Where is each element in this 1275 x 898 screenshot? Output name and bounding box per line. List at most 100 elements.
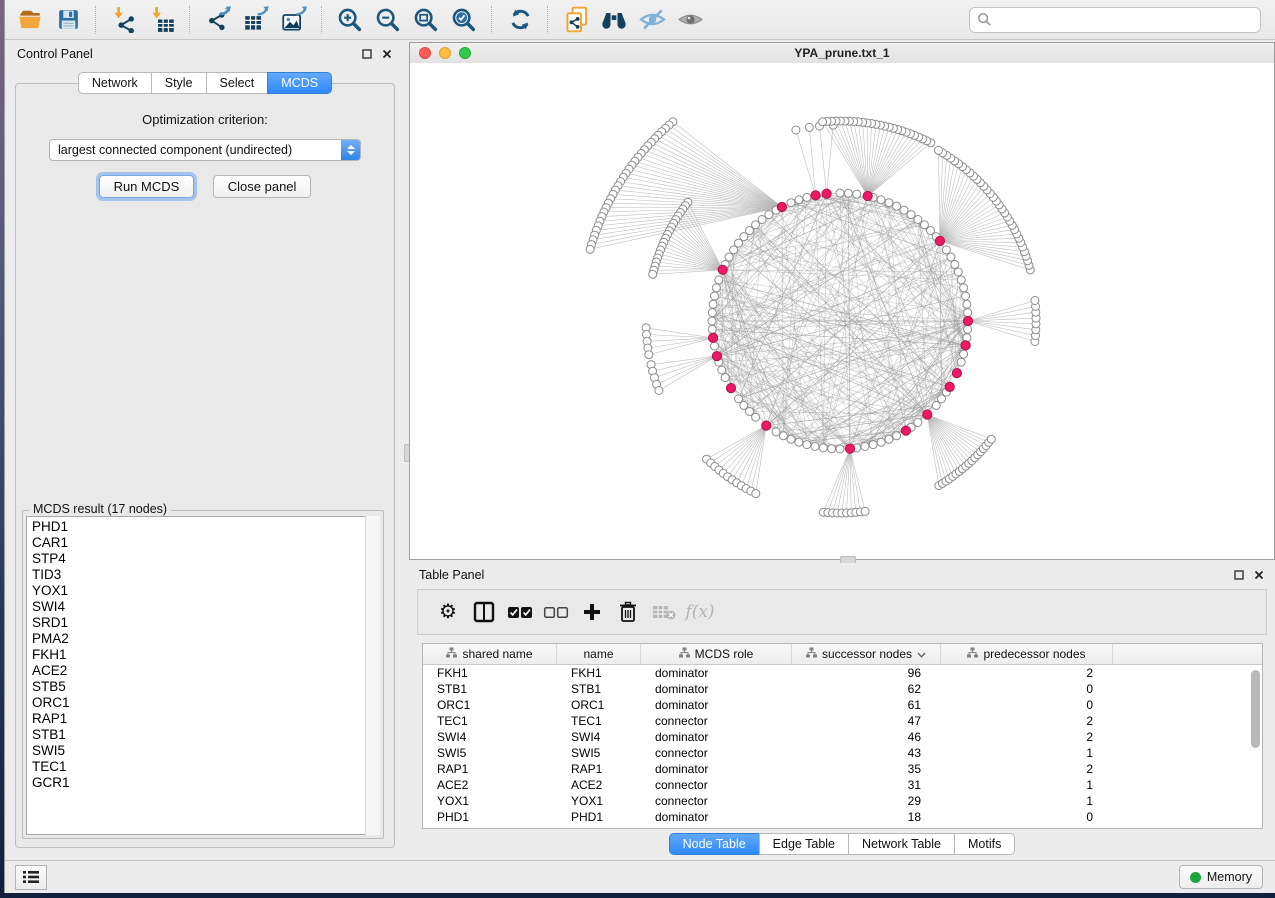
zoom-fit-icon[interactable] [410, 4, 442, 36]
save-session-icon[interactable] [52, 4, 84, 36]
mcds-result-item[interactable]: FKH1 [27, 647, 379, 663]
table-cell: 31 [792, 777, 941, 793]
table-cell: 0 [941, 697, 1113, 713]
mcds-result-item[interactable]: GCR1 [27, 775, 379, 791]
table-row[interactable]: PHD1PHD1dominator180 [423, 809, 1262, 825]
table-row[interactable]: SWI5SWI5connector431 [423, 745, 1262, 761]
table-row[interactable]: ACE2ACE2connector311 [423, 777, 1262, 793]
column-type-icon [446, 647, 457, 661]
mcds-result-item[interactable]: SWI5 [27, 743, 379, 759]
table-cell: 2 [941, 713, 1113, 729]
mcds-result-item[interactable]: ORC1 [27, 695, 379, 711]
table-cell: TEC1 [423, 713, 557, 729]
column-header-mcds-role[interactable]: MCDS role [641, 644, 792, 664]
optimization-criterion-label: Optimization criterion: [16, 112, 394, 127]
refresh-icon[interactable] [504, 4, 536, 36]
tab-select[interactable]: Select [206, 72, 269, 94]
network-file-icon[interactable] [560, 4, 592, 36]
mcds-result-item[interactable]: STB5 [27, 679, 379, 695]
mcds-result-item[interactable]: TEC1 [27, 759, 379, 775]
mcds-result-item[interactable]: STP4 [27, 551, 379, 567]
table-row[interactable]: TEC1TEC1connector472 [423, 713, 1262, 729]
table-cell: STB1 [423, 681, 557, 697]
table-cell: 2 [941, 761, 1113, 777]
import-network-icon[interactable] [108, 4, 140, 36]
tab-edge-table[interactable]: Edge Table [759, 833, 849, 855]
column-header-shared-name[interactable]: shared name [423, 644, 557, 664]
search-input[interactable] [992, 10, 1260, 30]
close-panel-button[interactable]: Close panel [213, 175, 312, 198]
table-cell: 62 [792, 681, 941, 697]
export-table-icon[interactable] [240, 4, 272, 36]
import-table-icon[interactable] [146, 4, 178, 36]
tab-network-table[interactable]: Network Table [848, 833, 955, 855]
column-header-name[interactable]: name [557, 644, 641, 664]
mcds-result-group-title: MCDS result (17 nodes) [29, 502, 171, 516]
tab-network[interactable]: Network [78, 72, 152, 94]
tab-mcds[interactable]: MCDS [267, 72, 332, 94]
mcds-result-item[interactable]: RAP1 [27, 711, 379, 727]
zoom-in-icon[interactable] [334, 4, 366, 36]
mcds-tab-content: Optimization criterion: largest connecte… [15, 83, 395, 848]
run-mcds-button[interactable]: Run MCDS [99, 175, 195, 198]
delete-table-icon[interactable] [646, 594, 682, 630]
table-cell: 47 [792, 713, 941, 729]
column-header-predecessor-nodes[interactable]: predecessor nodes [941, 644, 1113, 664]
show-columns-icon[interactable] [466, 594, 502, 630]
select-all-columns-icon[interactable] [502, 594, 538, 630]
table-mode-gear-icon[interactable]: ⚙ [430, 594, 466, 630]
table-row[interactable]: ORC1ORC1dominator610 [423, 697, 1262, 713]
network-window-titlebar[interactable]: YPA_prune.txt_1 [410, 43, 1274, 64]
show-panels-list-icon[interactable] [15, 865, 47, 890]
export-image-icon[interactable] [278, 4, 310, 36]
search-binoculars-icon[interactable] [598, 4, 630, 36]
float-panel-icon[interactable] [361, 48, 373, 60]
delete-columns-icon[interactable] [610, 594, 646, 630]
network-canvas[interactable] [410, 63, 1274, 559]
table-cell: FKH1 [557, 665, 641, 681]
mcds-result-item[interactable]: PMA2 [27, 631, 379, 647]
mcds-result-item[interactable]: STB1 [27, 727, 379, 743]
close-panel-icon[interactable] [381, 48, 393, 60]
float-panel-icon[interactable] [1233, 569, 1245, 581]
network-graph[interactable] [410, 63, 1274, 559]
unselect-all-columns-icon[interactable] [538, 594, 574, 630]
open-file-icon[interactable] [14, 4, 46, 36]
export-network-icon[interactable] [202, 4, 234, 36]
mcds-result-item[interactable]: SWI4 [27, 599, 379, 615]
mcds-result-item[interactable]: SRD1 [27, 615, 379, 631]
dropdown-stepper-icon [341, 140, 360, 160]
search-box[interactable] [969, 7, 1261, 33]
mcds-result-item[interactable]: CAR1 [27, 535, 379, 551]
show-details-eye-icon[interactable] [674, 4, 706, 36]
mcds-result-item[interactable]: ACE2 [27, 663, 379, 679]
table-scrollbar[interactable] [1251, 668, 1260, 826]
table-scrollbar-thumb[interactable] [1251, 670, 1260, 748]
mcds-list-scrollbar[interactable] [365, 516, 380, 835]
tab-motifs[interactable]: Motifs [954, 833, 1015, 855]
table-cell: SWI5 [423, 745, 557, 761]
table-row[interactable]: RAP1RAP1dominator352 [423, 761, 1262, 777]
function-builder-icon[interactable]: f(x) [682, 594, 718, 630]
table-cell: STB1 [557, 681, 641, 697]
table-row[interactable]: FKH1FKH1dominator962 [423, 665, 1262, 681]
hide-details-eye-icon[interactable] [636, 4, 668, 36]
memory-button[interactable]: Memory [1179, 865, 1263, 889]
table-row[interactable]: STB1STB1dominator620 [423, 681, 1262, 697]
create-new-column-icon[interactable] [574, 594, 610, 630]
table-cell: dominator [641, 729, 792, 745]
mcds-result-item[interactable]: PHD1 [27, 517, 379, 535]
main-toolbar [5, 0, 1275, 40]
mcds-result-list[interactable]: PHD1CAR1STP4TID3YOX1SWI4SRD1PMA2FKH1ACE2… [26, 516, 380, 835]
zoom-selected-icon[interactable] [448, 4, 480, 36]
tab-style[interactable]: Style [151, 72, 207, 94]
table-row[interactable]: SWI4SWI4dominator462 [423, 729, 1262, 745]
mcds-result-item[interactable]: YOX1 [27, 583, 379, 599]
zoom-out-icon[interactable] [372, 4, 404, 36]
tab-node-table[interactable]: Node Table [669, 833, 760, 855]
table-row[interactable]: YOX1YOX1connector291 [423, 793, 1262, 809]
mcds-result-item[interactable]: TID3 [27, 567, 379, 583]
column-header-successor-nodes[interactable]: successor nodes [792, 644, 941, 664]
criterion-dropdown[interactable]: largest connected component (undirected) [49, 139, 361, 161]
close-panel-icon[interactable] [1253, 569, 1265, 581]
